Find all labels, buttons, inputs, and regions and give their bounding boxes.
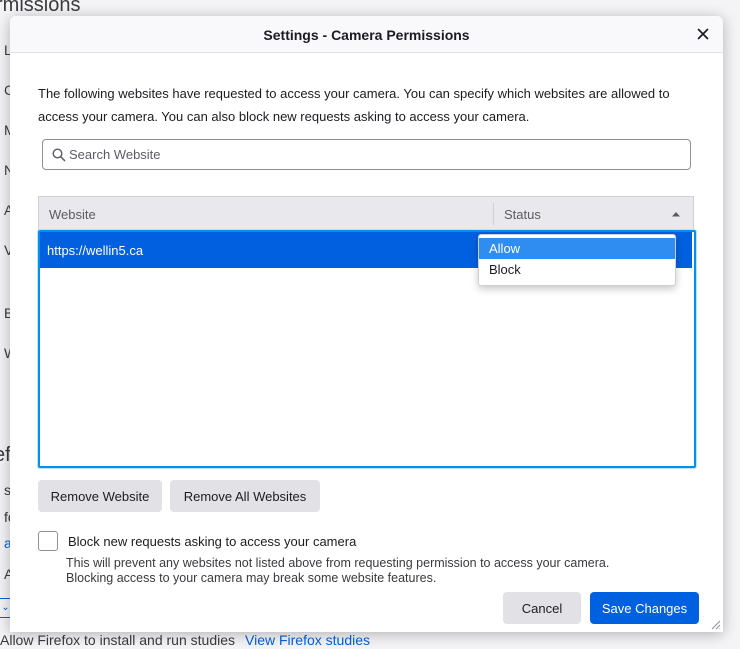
search-input[interactable] [69, 140, 669, 169]
search-box[interactable] [42, 139, 691, 170]
table-header: Website Status [38, 196, 694, 230]
sort-ascending-icon [672, 212, 680, 217]
block-requests-description-line: This will prevent any websites not liste… [66, 556, 610, 570]
cancel-button[interactable]: Cancel [503, 592, 581, 624]
resize-grip-icon[interactable] [709, 618, 721, 630]
status-dropdown-menu: Allow Block [478, 234, 676, 286]
search-icon [52, 148, 66, 162]
close-icon [697, 28, 709, 40]
column-header-website[interactable]: Website [49, 207, 96, 222]
block-requests-description-line: Blocking access to your camera may break… [66, 570, 437, 585]
save-changes-button[interactable]: Save Changes [590, 592, 699, 624]
close-button[interactable] [691, 22, 715, 46]
camera-permissions-dialog: Settings - Camera Permissions The follow… [10, 16, 723, 632]
row-website: https://wellin5.ca [47, 243, 144, 258]
column-header-status[interactable]: Status [504, 207, 541, 222]
dialog-description: The following websites have requested to… [38, 86, 670, 124]
block-requests-description: This will prevent any websites not liste… [66, 556, 696, 585]
block-requests-label[interactable]: Block new requests asking to access your… [68, 534, 356, 549]
studies-label: Allow Firefox to install and run studies [0, 632, 235, 648]
background-footer: Allow Firefox to install and run studies… [0, 632, 370, 648]
dialog-titlebar: Settings - Camera Permissions [10, 16, 723, 53]
remove-website-button[interactable]: Remove Website [38, 480, 162, 512]
background-heading: rmissions [0, 0, 81, 16]
view-studies-link[interactable]: View Firefox studies [245, 632, 370, 648]
remove-all-websites-button[interactable]: Remove All Websites [170, 480, 320, 512]
column-divider [493, 203, 494, 225]
status-option-block[interactable]: Block [479, 259, 675, 280]
dialog-title: Settings - Camera Permissions [263, 27, 470, 43]
status-option-allow[interactable]: Allow [479, 238, 675, 259]
block-requests-checkbox[interactable] [38, 531, 58, 551]
